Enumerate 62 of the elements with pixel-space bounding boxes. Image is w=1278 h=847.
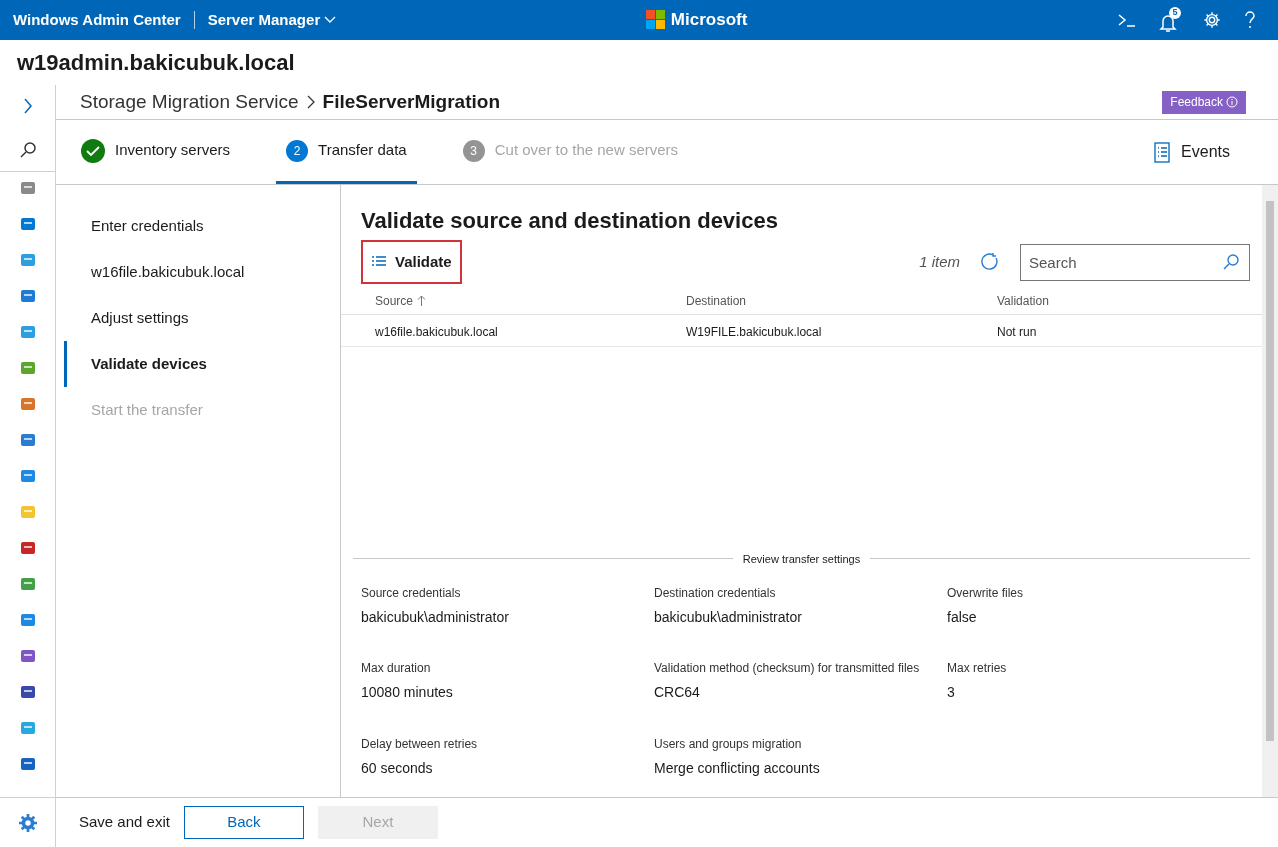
setting-label: Users and groups migration: [654, 735, 803, 752]
substep-link[interactable]: Enter credentials: [64, 203, 340, 249]
settings-icon[interactable]: [18, 813, 37, 832]
sort-arrow-icon: [417, 295, 427, 306]
substep-link[interactable]: w16file.bakicubuk.local: [64, 249, 340, 295]
search-icon[interactable]: [18, 141, 37, 159]
checklist-icon: [371, 255, 387, 269]
setting-value: bakicubuk\administrator: [654, 608, 803, 627]
server-name: w19admin.bakicubuk.local: [17, 49, 295, 77]
table-cell: Not run: [997, 324, 1037, 339]
setting-label: Max duration: [361, 660, 432, 677]
setting-value: false: [947, 608, 978, 627]
events-button[interactable]: Events: [1154, 120, 1230, 184]
scrollbar[interactable]: [1262, 185, 1278, 797]
setting-value: 10080 minutes: [361, 683, 454, 703]
feedback-button[interactable]: Feedback: [1162, 90, 1246, 114]
substep-link[interactable]: Adjust settings: [64, 295, 340, 341]
setting-value: 3: [947, 683, 956, 703]
check-circle-icon: [81, 138, 105, 163]
table-cell: W19FILE.bakicubuk.local: [686, 324, 822, 339]
step-number: 3: [462, 139, 485, 162]
setting-label: Destination credentials: [654, 585, 777, 601]
breadcrumb-current: FileServerMigration: [322, 89, 500, 114]
app-title[interactable]: Windows Admin Center: [13, 8, 181, 32]
document-list-icon: [1154, 141, 1171, 163]
expand-chevron-icon[interactable]: [22, 97, 33, 115]
setting-value: CRC64: [654, 683, 701, 703]
setting-value: 60 seconds: [361, 758, 434, 778]
item-count: 1 item: [919, 251, 960, 272]
refresh-icon[interactable]: [980, 252, 1000, 272]
microsoft-logo-icon: [645, 10, 666, 30]
substep-link[interactable]: Validate devices: [64, 341, 340, 387]
info-icon: [1226, 96, 1238, 108]
table-cell: w16file.bakicubuk.local: [375, 324, 498, 339]
notification-badge: 5: [1169, 7, 1181, 19]
setting-label: Validation method (checksum) for transmitted files: [654, 660, 921, 677]
setting-label: Overwrite files: [947, 585, 1024, 601]
section-heading: Review transfer settings: [742, 551, 861, 567]
caret-icon: [324, 16, 337, 24]
column-header[interactable]: Validation: [997, 291, 1049, 310]
brand-name: Microsoft: [670, 9, 748, 32]
tool-menu[interactable]: Server Manager: [207, 8, 337, 32]
save-and-exit-button[interactable]: Save and exit: [79, 811, 170, 834]
notifications-button[interactable]: 5: [1159, 7, 1181, 33]
setting-value: bakicubuk\administrator: [361, 608, 510, 627]
terminal-icon[interactable]: [1117, 12, 1137, 28]
breadcrumb-link[interactable]: Storage Migration Service: [80, 87, 299, 117]
wizard-step-tab[interactable]: 2 Transfer data: [276, 120, 417, 184]
setting-label: Max retries: [947, 660, 1008, 677]
back-button[interactable]: Back: [183, 806, 304, 839]
setting-label: Source credentials: [361, 585, 462, 601]
setting-label: Delay between retries: [361, 735, 479, 752]
column-header[interactable]: Source: [375, 291, 414, 310]
help-icon[interactable]: [1243, 11, 1257, 29]
search-field[interactable]: Search: [1020, 243, 1250, 281]
section-title: Validate source and destination devices: [361, 207, 779, 235]
chevron-icon: [306, 95, 315, 109]
column-header[interactable]: Destination: [686, 291, 747, 310]
step-number: 2: [286, 139, 309, 162]
validate-button[interactable]: Validate: [361, 240, 462, 284]
wizard-step-tab[interactable]: Inventory servers: [71, 120, 241, 184]
setting-value: Merge conflicting accounts: [654, 758, 821, 778]
